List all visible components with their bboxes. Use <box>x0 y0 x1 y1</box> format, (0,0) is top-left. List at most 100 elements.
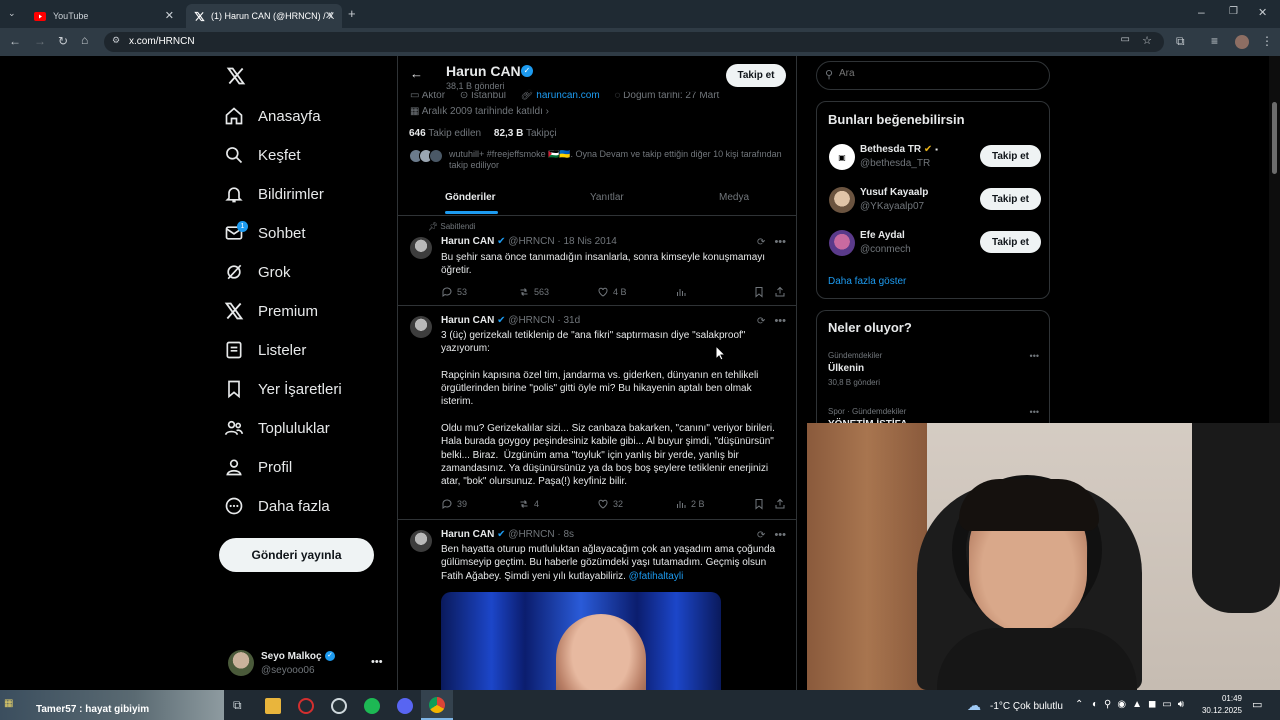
grok-icon[interactable]: ⟳ <box>757 316 765 327</box>
tab-youtube[interactable]: YouTube ✕ <box>26 4 182 28</box>
tab-replies[interactable]: Yanıtlar <box>590 192 624 203</box>
tweet-image[interactable] <box>441 592 721 690</box>
menu-icon[interactable]: ⋮ <box>1261 34 1273 48</box>
tab-search-icon[interactable]: ⌄ <box>8 8 16 19</box>
more-icon[interactable]: ••• <box>1030 351 1039 361</box>
tab-x-profile[interactable]: (1) Harun CAN (@HRNCN) / X ✕ <box>186 4 342 28</box>
reload-icon[interactable]: ↻ <box>58 34 68 48</box>
nav-lists[interactable]: Listeler <box>224 335 306 365</box>
discord-icon[interactable] <box>397 698 413 714</box>
new-tab-icon[interactable]: + <box>348 6 356 21</box>
account-switcher[interactable]: Seyo Malkoç ✓ @seyooo06 ••• <box>228 650 388 680</box>
more-icon[interactable]: ••• <box>774 236 786 248</box>
follow-button[interactable]: Takip et <box>979 231 1041 253</box>
x-logo-icon[interactable] <box>226 66 246 86</box>
author-name[interactable]: Harun CAN <box>441 529 494 540</box>
following-label[interactable]: Takip edilen <box>428 128 481 139</box>
more-icon[interactable]: ••• <box>1030 407 1039 417</box>
retweet-button[interactable]: 4 <box>518 498 539 510</box>
tweet-time[interactable]: · 18 Nis 2014 <box>557 236 616 247</box>
cast-icon[interactable]: ▭ <box>1121 34 1130 45</box>
close-window-icon[interactable]: ✕ <box>1258 6 1267 19</box>
trend-item[interactable]: Gündemdekiler Ülkenin 30,8 B gönderi ••• <box>817 349 1051 389</box>
show-more-link[interactable]: Daha fazla göster <box>828 276 906 287</box>
scrollbar-thumb[interactable] <box>1272 102 1277 174</box>
views-button[interactable]: 2 B <box>675 498 705 510</box>
more-icon[interactable]: ••• <box>371 656 383 668</box>
file-explorer-icon[interactable] <box>265 698 281 714</box>
bookmark-button[interactable] <box>753 498 769 510</box>
nav-notifications[interactable]: Bildirimler <box>224 179 324 209</box>
profile-avatar[interactable] <box>1235 35 1249 49</box>
now-playing-widget[interactable]: ▦ Tamer57 : hayat gibiyim <box>0 690 224 720</box>
grok-icon[interactable]: ⟳ <box>757 237 765 248</box>
search-input[interactable] <box>839 68 1029 79</box>
tweet-pinned[interactable]: 📌︎ Sabitlendi Harun CAN ✔ @HRNCN · 18 Ni… <box>398 217 796 306</box>
close-icon[interactable]: ✕ <box>325 9 334 22</box>
following-count[interactable]: 646 <box>409 128 426 139</box>
like-button[interactable]: 4 B <box>597 286 627 298</box>
notification-icon[interactable]: ▭ <box>1252 698 1262 711</box>
grok-icon[interactable]: ⟳ <box>757 530 765 541</box>
weather-text[interactable]: -1°C Çok bulutlu <box>990 701 1063 712</box>
followed-by-text[interactable]: wutuhill+ #freejeffsmoke 🇵🇸🇺🇦. Oyna Deva… <box>449 149 789 171</box>
clock-time[interactable]: 01:49 <box>1204 694 1242 703</box>
back-arrow-icon[interactable]: ← <box>410 66 423 81</box>
search-box[interactable]: ⚲ <box>816 61 1050 90</box>
share-button[interactable] <box>774 286 790 298</box>
tweet[interactable]: Harun CAN ✔ @HRNCN · 8s ⟳ ••• Ben hayatt… <box>398 521 796 690</box>
mention-link[interactable]: @fatihaltayli <box>629 571 684 582</box>
reading-list-icon[interactable]: ≡ <box>1211 34 1218 48</box>
nav-home[interactable]: Anasayfa <box>224 101 321 131</box>
nav-communities[interactable]: Topluluklar <box>224 413 330 443</box>
avatar[interactable] <box>410 316 432 338</box>
tweet-time[interactable]: · 31d <box>557 315 580 326</box>
close-icon[interactable]: ✕ <box>165 9 174 22</box>
post-button[interactable]: Gönderi yayınla <box>219 538 374 572</box>
home-icon[interactable]: ⌂ <box>81 33 88 47</box>
address-bar[interactable]: ⚙ x.com/HRNCN ☆ ▭ <box>104 32 1164 52</box>
star-icon[interactable]: ☆ <box>1142 34 1152 47</box>
spotify-icon[interactable] <box>364 698 380 714</box>
tray-icons[interactable]: ◐⚲◉▲◼▭🔊︎ <box>1092 699 1190 710</box>
obs-icon[interactable] <box>331 698 347 714</box>
follow-button[interactable]: Takip et <box>979 145 1041 167</box>
chrome-taskbar-button[interactable] <box>421 690 453 720</box>
tab-posts[interactable]: Gönderiler <box>445 192 496 203</box>
follow-button[interactable]: Takip et <box>979 188 1041 210</box>
more-icon[interactable]: ••• <box>774 529 786 541</box>
bookmark-button[interactable] <box>753 286 769 298</box>
author-handle[interactable]: @HRNCN <box>508 315 554 326</box>
more-icon[interactable]: ••• <box>774 315 786 327</box>
restore-icon[interactable]: ❐ <box>1229 6 1238 17</box>
like-button[interactable]: 32 <box>597 498 623 510</box>
author-handle[interactable]: @HRNCN <box>508 529 554 540</box>
share-button[interactable] <box>774 498 790 510</box>
back-icon[interactable]: ← <box>9 34 21 48</box>
follow-button[interactable]: Takip et <box>726 64 786 87</box>
forward-icon[interactable]: → <box>34 34 46 48</box>
reply-button[interactable]: 53 <box>441 286 467 298</box>
views-button[interactable] <box>675 286 691 298</box>
suggestion-row[interactable]: Yusuf Kayaalp @YKayaalp07 Takip et <box>817 183 1051 221</box>
suggestion-row[interactable]: ▣ Bethesda TR ✔ ▪ @bethesda_TR Takip et <box>817 140 1051 178</box>
avatar[interactable] <box>410 530 432 552</box>
task-view-icon[interactable]: ⧉ <box>233 698 249 714</box>
opera-icon[interactable] <box>298 698 314 714</box>
author-name[interactable]: Harun CAN <box>441 236 494 247</box>
nav-grok[interactable]: Grok <box>224 257 291 287</box>
site-info-icon[interactable]: ⚙ <box>112 35 120 46</box>
author-name[interactable]: Harun CAN <box>441 315 494 326</box>
nav-chat[interactable]: 1 Sohbet <box>224 218 306 248</box>
nav-explore[interactable]: Keşfet <box>224 140 301 170</box>
extensions-icon[interactable]: ⧉ <box>1176 34 1185 49</box>
nav-bookmarks[interactable]: Yer İşaretleri <box>224 374 342 404</box>
followers-count[interactable]: 82,3 B <box>494 128 523 139</box>
chevron-up-icon[interactable]: ⌃ <box>1075 699 1083 710</box>
minimize-icon[interactable]: – <box>1198 5 1205 19</box>
author-handle[interactable]: @HRNCN <box>508 236 554 247</box>
nav-more[interactable]: Daha fazla <box>224 491 330 521</box>
clock-date[interactable]: 30.12.2025 <box>1196 706 1242 715</box>
nav-premium[interactable]: Premium <box>224 296 318 326</box>
followers-label[interactable]: Takipçi <box>526 128 557 139</box>
